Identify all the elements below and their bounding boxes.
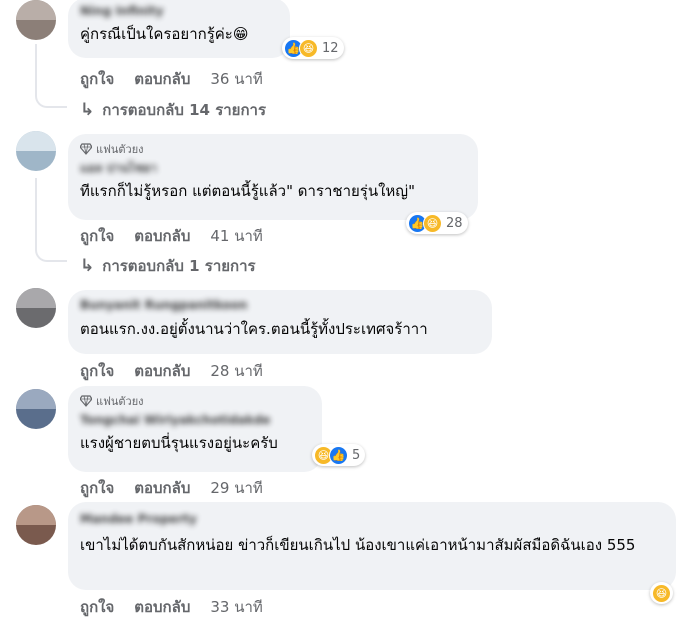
reply-arrow-icon: ↳: [80, 100, 95, 120]
haha-icon: 😆: [299, 38, 318, 58]
comment-time[interactable]: 29 นาที: [210, 476, 262, 500]
haha-icon: 😆: [652, 583, 671, 603]
reply-button[interactable]: ตอบกลับ: [134, 476, 190, 500]
comment-bubble: Bunyanit Rungpanitkoon ตอนแรก.งง.อยู่ตั้…: [68, 290, 492, 354]
like-button[interactable]: ถูกใจ: [80, 595, 114, 619]
comment-actions: ถูกใจ ตอบกลับ 36 นาที: [80, 67, 283, 91]
like-button[interactable]: ถูกใจ: [80, 476, 114, 500]
replies-label: การตอบกลับ 1 รายการ: [102, 257, 256, 275]
top-fan-badge: แฟนตัวยง: [80, 393, 310, 409]
avatar[interactable]: [16, 131, 56, 171]
haha-icon: 😆: [423, 213, 442, 233]
comment-bubble: แฟนตัวยง Tongchai Wiriyakchotidakde แรงผ…: [68, 386, 322, 472]
view-replies-link[interactable]: ↳ การตอบกลับ 1 รายการ: [80, 254, 256, 278]
comment-bubble: Ning Infinity คู่กรณีเป็นใครอยากรู้ค่ะ😁: [68, 0, 290, 58]
reply-button[interactable]: ตอบกลับ: [134, 359, 190, 383]
like-button[interactable]: ถูกใจ: [80, 359, 114, 383]
comment-bubble: Mandee Property เขาไม่ได้ตบกันสักหน่อย ข…: [68, 502, 676, 590]
comment-time[interactable]: 36 นาที: [210, 67, 262, 91]
top-fan-badge: แฟนตัวยง: [80, 141, 466, 157]
comment-actions: ถูกใจ ตอบกลับ 28 นาที: [80, 359, 283, 383]
comment-actions: ถูกใจ ตอบกลับ 29 นาที: [80, 476, 283, 500]
avatar[interactable]: [16, 288, 56, 328]
view-replies-link[interactable]: ↳ การตอบกลับ 14 รายการ: [80, 98, 266, 122]
reaction-count: 28: [446, 215, 463, 231]
thread-curve: [35, 88, 67, 108]
reply-button[interactable]: ตอบกลับ: [134, 67, 190, 91]
comment-bubble: แฟนตัวยง แอล ปานไชยา ทีแรกก็ไม่รู้หรอก แ…: [68, 134, 478, 220]
comment-author[interactable]: Ning Infinity: [80, 2, 278, 20]
avatar[interactable]: [16, 0, 56, 40]
thread-line: [35, 178, 37, 250]
reply-button[interactable]: ตอบกลับ: [134, 224, 190, 248]
like-button[interactable]: ถูกใจ: [80, 67, 114, 91]
comment-text: เขาไม่ได้ตบกันสักหน่อย ข่าวก็เขียนเกินไป…: [80, 536, 636, 554]
avatar[interactable]: [16, 389, 56, 429]
comment-author[interactable]: Bunyanit Rungpanitkoon: [80, 296, 480, 314]
reaction-summary[interactable]: 😆: [650, 582, 673, 604]
reaction-summary[interactable]: 👍 😆 12: [282, 37, 344, 59]
comment-time[interactable]: 28 นาที: [210, 359, 262, 383]
reaction-summary[interactable]: 👍 😆 28: [406, 212, 468, 234]
comment-author[interactable]: Mandee Property: [80, 510, 664, 528]
reaction-summary[interactable]: 😆 👍 5: [312, 444, 366, 466]
reply-arrow-icon: ↳: [80, 256, 95, 276]
comment-author[interactable]: Tongchai Wiriyakchotidakde: [80, 411, 310, 429]
reaction-count: 5: [352, 447, 361, 463]
comment-actions: ถูกใจ ตอบกลับ 41 นาที: [80, 224, 283, 248]
diamond-icon: [80, 395, 92, 407]
comment-actions: ถูกใจ ตอบกลับ 33 นาที: [80, 595, 283, 619]
comment-time[interactable]: 41 นาที: [210, 224, 262, 248]
diamond-icon: [80, 143, 92, 155]
avatar[interactable]: [16, 505, 56, 545]
comment-author[interactable]: แอล ปานไชยา: [80, 159, 466, 177]
reply-button[interactable]: ตอบกลับ: [134, 595, 190, 619]
comment-text: ตอนแรก.งง.อยู่ตั้งนานว่าใคร.ตอนนี้รู้ทั้…: [80, 320, 428, 338]
comment-text: แรงผู้ชายตบนี่รุนแรงอยู่นะครับ: [80, 434, 278, 452]
comment-text: ทีแรกก็ไม่รู้หรอก แต่ตอนนี้รู้แล้ว" ดารา…: [80, 182, 415, 200]
like-icon: 👍: [329, 445, 348, 465]
comment-text: คู่กรณีเป็นใครอยากรู้ค่ะ😁: [80, 25, 249, 43]
comment-time[interactable]: 33 นาที: [210, 595, 262, 619]
like-button[interactable]: ถูกใจ: [80, 224, 114, 248]
reaction-count: 12: [322, 40, 339, 56]
replies-label: การตอบกลับ 14 รายการ: [102, 101, 267, 119]
thread-curve: [35, 242, 67, 262]
